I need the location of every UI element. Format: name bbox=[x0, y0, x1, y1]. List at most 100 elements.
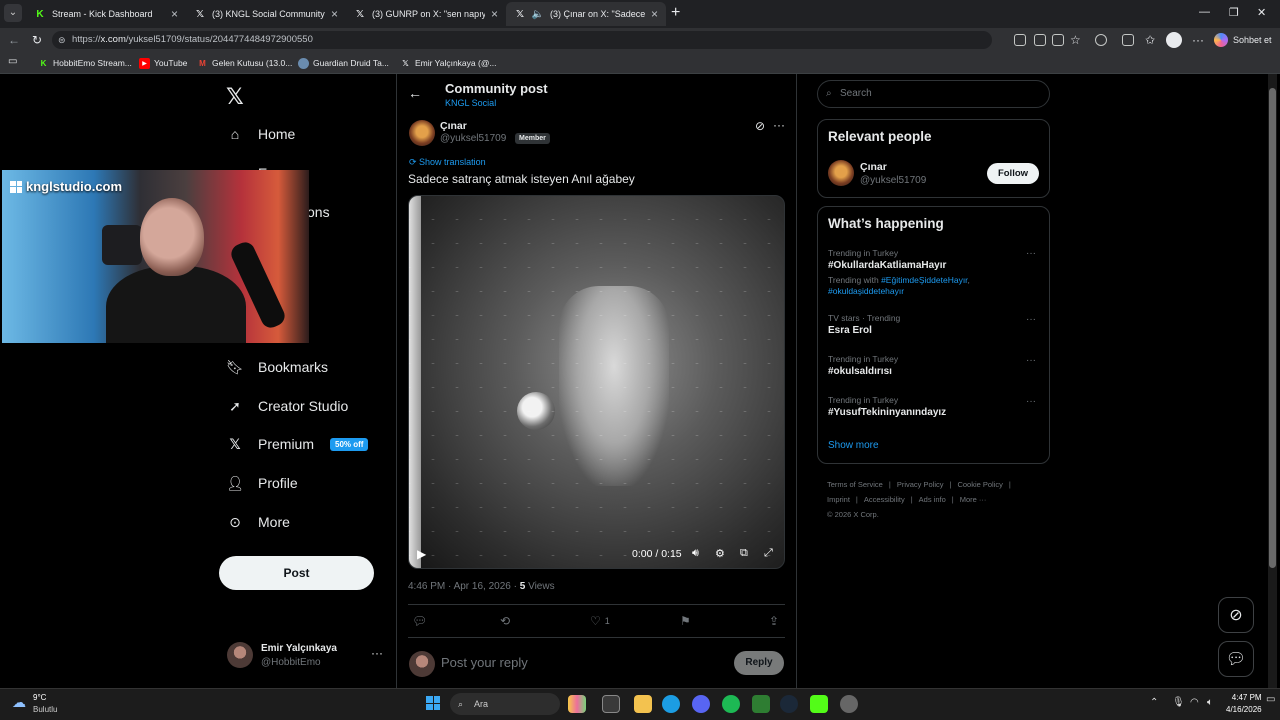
follow-button[interactable]: Follow bbox=[987, 163, 1039, 184]
trend-related-tag[interactable]: #EğitimdeŞiddeteHayır bbox=[881, 275, 967, 285]
bookmark-emir[interactable]: 𝕏 Emir Yalçınkaya (@... bbox=[400, 56, 496, 70]
settings-menu-icon[interactable]: ··· bbox=[1192, 33, 1204, 47]
close-window-button[interactable]: ✕ bbox=[1257, 6, 1266, 19]
settings-gear-icon[interactable]: ⚙ bbox=[715, 547, 725, 560]
taskbar-search[interactable]: ⌕ Ara bbox=[450, 693, 560, 715]
play-icon[interactable]: ▶ bbox=[417, 547, 426, 561]
copilot-button[interactable]: Sohbet et bbox=[1214, 31, 1272, 49]
nav-premium[interactable]: 𝕏 Premium 50% off bbox=[226, 431, 369, 457]
discord-icon[interactable] bbox=[692, 695, 710, 713]
post-button[interactable]: Post bbox=[219, 556, 374, 590]
footer-link[interactable]: Privacy Policy bbox=[897, 480, 944, 489]
close-icon[interactable]: × bbox=[331, 7, 338, 21]
tab-kngl-community[interactable]: 𝕏 (3) KNGL Social Community / X × bbox=[186, 2, 346, 26]
wifi-icon[interactable]: ◠ bbox=[1190, 697, 1199, 708]
profile-avatar[interactable] bbox=[1166, 32, 1182, 48]
file-explorer-icon[interactable] bbox=[634, 695, 652, 713]
reply-input[interactable]: Post your reply bbox=[441, 655, 528, 670]
trend-title[interactable]: #okulsaldırısı bbox=[828, 366, 892, 377]
speaker-icon[interactable]: 🔈 bbox=[532, 8, 544, 20]
trend-more-icon[interactable]: ··· bbox=[1026, 355, 1036, 366]
post-more-icon[interactable]: ··· bbox=[773, 118, 785, 132]
extensions-puzzle-icon[interactable] bbox=[1122, 34, 1134, 46]
app-icon[interactable] bbox=[840, 695, 858, 713]
edge-icon[interactable] bbox=[662, 695, 680, 713]
bookmark-hobbitemo[interactable]: K HobbitEmo Stream... bbox=[38, 56, 132, 70]
address-bar[interactable]: ⊜ https://x.com/yuksel51709/status/20447… bbox=[52, 31, 992, 49]
footer-link[interactable]: Accessibility bbox=[864, 495, 905, 504]
steam-icon[interactable] bbox=[780, 695, 798, 713]
nav-home[interactable]: ⌂ Home bbox=[226, 121, 296, 147]
widgets-icon[interactable] bbox=[568, 695, 586, 713]
microphone-icon[interactable]: 🎙︎ bbox=[1172, 697, 1185, 708]
reload-icon[interactable]: ↻ bbox=[32, 33, 42, 47]
notifications-icon[interactable]: ▭ bbox=[1266, 694, 1275, 705]
trend-more-icon[interactable]: ··· bbox=[1026, 314, 1036, 325]
nav-creator-studio[interactable]: ➚ Creator Studio bbox=[226, 393, 348, 419]
translate-icon[interactable] bbox=[1034, 34, 1046, 46]
maximize-button[interactable]: ❐ bbox=[1229, 6, 1239, 19]
bookmark-icon[interactable]: ⚑ bbox=[680, 614, 691, 628]
footer-link[interactable]: Terms of Service bbox=[827, 480, 883, 489]
avatar[interactable] bbox=[828, 160, 854, 186]
favorite-star-icon[interactable]: ☆ bbox=[1070, 33, 1081, 47]
volume-icon[interactable]: 🔊︎ bbox=[692, 547, 699, 560]
windows-start-icon[interactable] bbox=[426, 696, 440, 710]
grok-icon[interactable]: ⊘ bbox=[755, 119, 765, 133]
kick-icon[interactable] bbox=[810, 695, 828, 713]
bookmark-youtube[interactable]: ▶ YouTube bbox=[139, 56, 187, 70]
grok-icon[interactable]: ⊘ bbox=[1218, 597, 1254, 633]
footer-link[interactable]: Imprint bbox=[827, 495, 850, 504]
spotify-icon[interactable] bbox=[722, 695, 740, 713]
fullscreen-icon[interactable]: ⤢ bbox=[764, 547, 773, 560]
extension-icon[interactable] bbox=[1095, 34, 1107, 46]
community-link[interactable]: KNGL Social bbox=[445, 98, 496, 108]
weather-temperature[interactable]: 9°C bbox=[33, 693, 46, 702]
footer-link[interactable]: Ads info bbox=[919, 495, 946, 504]
cloud-icon[interactable]: ☁ bbox=[12, 694, 26, 711]
terminal-icon[interactable] bbox=[752, 695, 770, 713]
trend-related-tag[interactable]: #okuldaşiddetehayır bbox=[828, 286, 904, 296]
avatar[interactable] bbox=[227, 642, 253, 668]
read-aloud-icon[interactable] bbox=[1052, 34, 1064, 46]
author-name[interactable]: Çınar bbox=[440, 120, 467, 132]
new-tab-button[interactable]: + bbox=[671, 4, 680, 22]
sidebar-toggle-icon[interactable]: ▭ bbox=[8, 56, 17, 67]
search-input[interactable]: ⌕ Search bbox=[817, 80, 1050, 108]
close-icon[interactable]: × bbox=[651, 7, 658, 21]
close-icon[interactable]: × bbox=[491, 7, 498, 21]
scrollbar-thumb[interactable] bbox=[1269, 88, 1276, 568]
bookmark-guardian-druid[interactable]: Guardian Druid Ta... bbox=[298, 56, 389, 70]
site-info-icon[interactable]: ⊜ bbox=[58, 31, 66, 49]
tab-kick-dashboard[interactable]: K Stream - Kick Dashboard × bbox=[26, 2, 186, 26]
author-handle[interactable]: @yuksel51709 bbox=[440, 133, 506, 144]
app-available-icon[interactable] bbox=[1014, 34, 1026, 46]
footer-link[interactable]: Cookie Policy bbox=[957, 480, 1002, 489]
scrollbar[interactable] bbox=[1268, 74, 1277, 688]
tray-chevron-icon[interactable]: ⌃ bbox=[1150, 697, 1158, 708]
bookmark-gmail[interactable]: M Gelen Kutusu (13.0... bbox=[197, 56, 292, 70]
nav-more[interactable]: ⊙ More bbox=[226, 509, 290, 535]
footer-link[interactable]: More ··· bbox=[960, 495, 987, 504]
video-player[interactable] bbox=[408, 195, 785, 569]
x-logo-icon[interactable]: 𝕏 bbox=[226, 84, 244, 110]
nav-bookmarks[interactable]: 🔖︎ Bookmarks bbox=[226, 354, 328, 380]
show-translation-link[interactable]: ⟳ Show translation bbox=[409, 157, 486, 168]
task-view-icon[interactable] bbox=[602, 695, 620, 713]
back-arrow-icon[interactable]: ← bbox=[408, 85, 422, 101]
tab-gunrp[interactable]: 𝕏 (3) GUNRP on X: "sen napıyordun × bbox=[346, 2, 506, 26]
reply-icon[interactable]: 💬︎ bbox=[412, 614, 427, 628]
trend-title[interactable]: #OkullardaKatliamaHayır bbox=[828, 260, 946, 271]
repost-icon[interactable]: ⟲ bbox=[500, 614, 510, 628]
account-name[interactable]: Emir Yalçınkaya bbox=[261, 643, 337, 654]
relevant-name[interactable]: Çınar bbox=[860, 161, 887, 173]
trend-title[interactable]: #YusufTekininyanındayız bbox=[828, 407, 946, 418]
close-icon[interactable]: × bbox=[171, 7, 178, 21]
show-more-link[interactable]: Show more bbox=[828, 440, 879, 451]
tab-list-button[interactable]: ⌄ bbox=[4, 4, 22, 22]
picture-in-picture-icon[interactable]: ⧉ bbox=[740, 547, 748, 560]
share-icon[interactable]: ⇪ bbox=[769, 614, 779, 628]
trend-more-icon[interactable]: ··· bbox=[1026, 396, 1036, 407]
reply-button[interactable]: Reply bbox=[734, 651, 784, 675]
author-avatar[interactable] bbox=[409, 120, 435, 146]
